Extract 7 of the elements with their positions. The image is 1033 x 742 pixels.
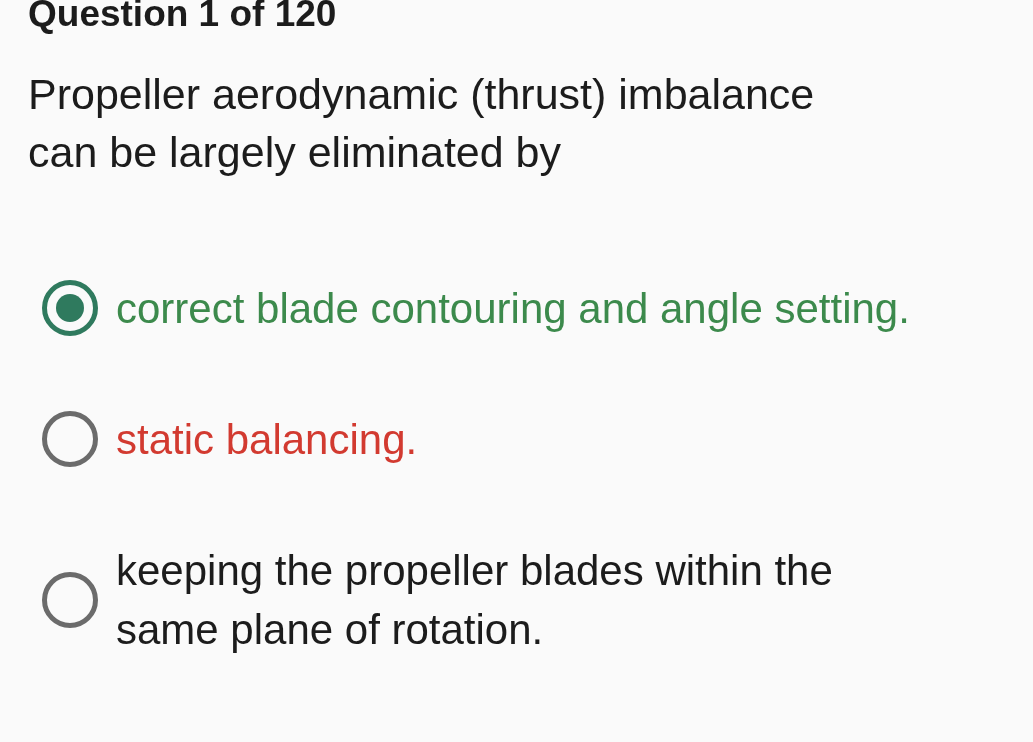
answer-option[interactable]: correct blade contouring and angle setting. [116, 278, 916, 338]
radio-button[interactable] [42, 571, 98, 628]
answer-option[interactable]: static balancing. [116, 409, 916, 469]
radio-button[interactable] [42, 280, 98, 337]
question-text: Propeller aerodynamic (thrust) imbalance can be largely eliminated by [27, 68, 816, 178]
answer-option[interactable]: keeping the propeller blades within the same plane of rotation. [116, 540, 916, 659]
radio-button[interactable] [42, 411, 98, 468]
